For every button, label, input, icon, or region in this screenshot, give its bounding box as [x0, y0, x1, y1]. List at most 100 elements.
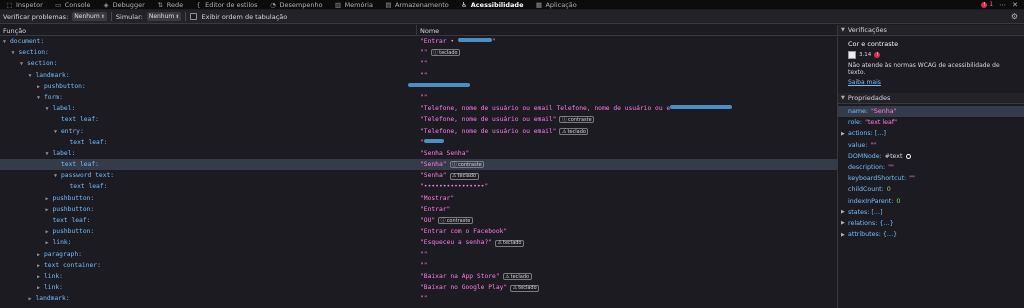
tab-inspector[interactable]: ⬚ Inspetor	[0, 0, 49, 9]
learn-more-link[interactable]: Saiba mais	[848, 79, 1014, 86]
tree-row[interactable]: ▼ password text: "Senha" ⚠ teclado	[0, 170, 837, 181]
tree-row[interactable]: text leaf: "OU" ⓘ contraste	[0, 215, 837, 226]
collapsed-twisty-icon[interactable]: ▶	[841, 131, 848, 137]
expanded-twisty-icon[interactable]: ▼	[46, 151, 53, 157]
collapsed-twisty-icon[interactable]: ▶	[841, 209, 848, 215]
tab-application[interactable]: ▦ Aplicação	[529, 0, 582, 9]
row-name: "Baixar no Google Play" ⚠ teclado	[420, 284, 540, 292]
tab-network[interactable]: ⇅ Rede	[151, 0, 189, 9]
issue-badge-contraste[interactable]: ⓘ contraste	[449, 161, 485, 169]
property-row[interactable]: description: ""	[838, 162, 1024, 173]
property-row[interactable]: ▶ states: […]	[838, 207, 1024, 218]
property-row[interactable]: value: ""	[838, 140, 1024, 151]
tab-storage[interactable]: ▤ Armazenamento	[379, 0, 455, 9]
tree-row[interactable]: ▶ text container: ""	[0, 260, 837, 271]
error-count-badge[interactable]: ! 1	[981, 1, 993, 8]
column-header-name[interactable]: Nome	[420, 27, 439, 35]
issue-badge-teclado[interactable]: ⚠ teclado	[559, 128, 589, 135]
tree-row[interactable]: ▶ landmark: ""	[0, 293, 837, 304]
property-row[interactable]: name: "Senha"	[838, 106, 1024, 118]
property-row[interactable]: ▶ relations: {…}	[838, 218, 1024, 229]
tree-row[interactable]: ▶ link: "Baixar no Google Play" ⚠ teclado	[0, 282, 837, 293]
expanded-twisty-icon[interactable]: ▼	[29, 73, 36, 79]
collapsed-twisty-icon[interactable]: ▶	[37, 84, 44, 90]
tab-style-editor[interactable]: {Editor de estilos	[189, 0, 263, 9]
row-role: text leaf:	[63, 139, 108, 146]
tree-row[interactable]: ▶ pushbutton: "Entrar com o Facebook"	[0, 226, 837, 237]
issue-badge-teclado[interactable]: ⚠ teclado	[449, 172, 479, 180]
collapsed-twisty-icon[interactable]: ▶	[46, 240, 53, 246]
row-role-label: pushbutton:	[52, 194, 95, 202]
tree-row[interactable]: ▶ link: "Baixar na App Store" ⚠ teclado	[0, 271, 837, 282]
tree-row[interactable]: ▶ pushbutton: "Entrar"	[0, 204, 837, 215]
expanded-twisty-icon[interactable]: ▼	[54, 129, 61, 135]
tree-row[interactable]: text leaf: "Telefone, nome de usuário ou …	[0, 114, 837, 125]
tree-row[interactable]: ▶ pushbutton: "Mostrar"	[0, 193, 837, 204]
issue-badge-teclado[interactable]: ⚠ teclado	[510, 284, 540, 292]
collapsed-twisty-icon[interactable]: ▶	[841, 232, 848, 238]
tree-row[interactable]: text leaf: "••••••••••••••••"	[0, 181, 837, 192]
collapsed-twisty-icon[interactable]: ▶	[37, 252, 44, 258]
collapsed-twisty-icon[interactable]: ▶	[841, 220, 848, 226]
expanded-twisty-icon[interactable]: ▼	[46, 106, 53, 112]
issue-badge-teclado[interactable]: ⚠ teclado	[502, 273, 532, 281]
tree-row[interactable]: ▼ label: "Senha Senha"	[0, 148, 837, 159]
expanded-twisty-icon[interactable]: ▼	[54, 173, 61, 179]
issue-badge-contraste[interactable]: ⓘ contraste	[438, 217, 473, 224]
collapsed-twisty-icon[interactable]: ▶	[37, 285, 44, 291]
issue-badge-teclado[interactable]: ⚠ teclado	[495, 239, 524, 247]
tree-row[interactable]: ▼ landmark: ""	[0, 70, 837, 81]
tab-memory[interactable]: ▥ Memória	[329, 0, 379, 9]
simulate-select[interactable]: Nenhum ⬍	[146, 12, 182, 21]
property-row[interactable]: ▶ actions: […]	[838, 128, 1024, 139]
collapsed-twisty-icon[interactable]: ▶	[46, 196, 53, 202]
tree-row[interactable]: ▼ document: "Entrar • "	[0, 36, 837, 47]
collapsed-twisty-icon[interactable]: ▶	[37, 274, 44, 280]
property-row[interactable]: childCount: 0	[838, 184, 1024, 195]
tree-row[interactable]: ▼ label: "Telefone, nome de usuário ou ema…	[0, 103, 837, 114]
property-row[interactable]: ▶ attributes: {…}	[838, 229, 1024, 240]
tree-row[interactable]: ▼ entry: "Telefone, nome de usuário ou ema…	[0, 126, 837, 137]
tab-debugger[interactable]: ◈ Debugger	[97, 0, 151, 9]
property-row[interactable]: indexInParent: 0	[838, 196, 1024, 207]
tab-label: Armazenamento	[394, 0, 449, 9]
toolbox-options-icon[interactable]: ⋯	[999, 1, 1006, 9]
close-icon[interactable]: ✕	[1012, 1, 1018, 9]
tree-row[interactable]: ▼ section: "" ⓘ teclado	[0, 47, 837, 58]
tree-row[interactable]: ▼ section: ""	[0, 58, 837, 69]
property-row[interactable]: DOMNode: #text	[838, 151, 1024, 162]
collapsed-twisty-icon[interactable]: ▶	[37, 263, 44, 269]
checks-section-header[interactable]: ▼ Verificações	[838, 25, 1024, 36]
row-name: "Telefone, nome de usuário ou email" ⚠ tec…	[420, 128, 589, 135]
gear-icon[interactable]: ⚙	[1011, 12, 1018, 21]
property-key: value:	[848, 141, 868, 149]
collapsed-twisty-icon[interactable]: ▶	[29, 296, 36, 302]
tab-console[interactable]: ▭ Console	[49, 0, 97, 9]
select-node-icon[interactable]	[905, 153, 911, 159]
issue-badge-contraste[interactable]: ⓘ contraste	[559, 116, 595, 124]
tree-row[interactable]: ▼ form: ""	[0, 92, 837, 103]
row-role: text leaf:	[63, 183, 108, 190]
row-name: "Senha" ⚠ teclado	[420, 172, 479, 180]
properties-section-header[interactable]: ▼ Propriedades	[838, 93, 1024, 104]
issue-badge-teclado[interactable]: ⓘ teclado	[430, 49, 461, 57]
tree-row[interactable]: ▶ link: "Esqueceu a senha?" ⚠ teclado	[0, 237, 837, 248]
tab-performance[interactable]: ◔ Desempenho	[264, 0, 329, 9]
tab-accessibility[interactable]: ♿ Acessibilidade	[455, 0, 530, 9]
tab-order-checkbox[interactable]	[190, 13, 198, 20]
tree-row[interactable]: ▶ paragraph: ""	[0, 249, 837, 260]
column-divider[interactable]	[416, 25, 417, 36]
collapsed-twisty-icon[interactable]: ▶	[46, 229, 53, 235]
expanded-twisty-icon[interactable]: ▼	[12, 50, 19, 56]
tree-row[interactable]: text leaf: "Senha" ⓘ contraste	[0, 159, 837, 171]
expanded-twisty-icon[interactable]: ▼	[3, 39, 10, 45]
column-header-role[interactable]: Função	[3, 27, 26, 35]
collapsed-twisty-icon[interactable]: ▶	[46, 207, 53, 213]
check-issues-select[interactable]: Nenhum ⬍	[72, 12, 107, 21]
tree-row[interactable]: text leaf: "	[0, 137, 837, 148]
tree-row[interactable]: ▶ pushbutton:	[0, 81, 837, 92]
expanded-twisty-icon[interactable]: ▼	[37, 95, 44, 101]
expanded-twisty-icon[interactable]: ▼	[20, 61, 27, 67]
property-row[interactable]: keyboardShortcut: ""	[838, 173, 1024, 184]
property-row[interactable]: role: "text leaf"	[838, 117, 1024, 128]
